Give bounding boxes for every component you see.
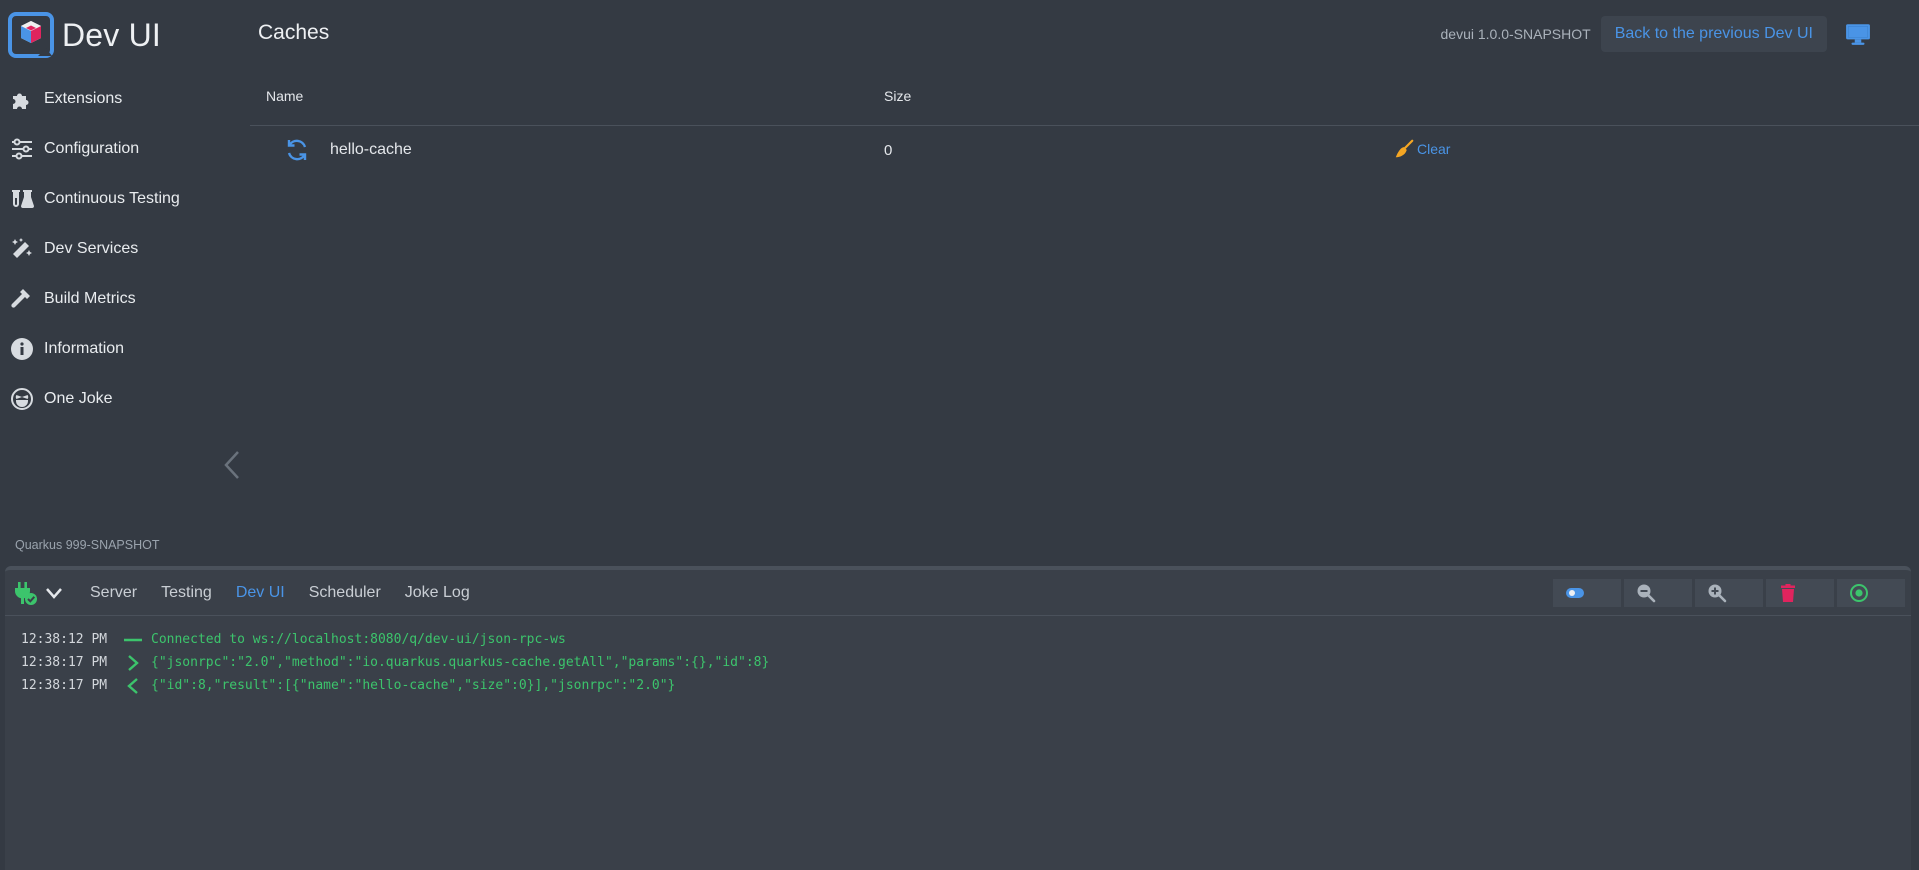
footer-console: Server Testing Dev UI Scheduler Joke Log	[5, 566, 1911, 870]
sidebar-item-label: Dev Services	[44, 240, 139, 257]
laugh-icon	[10, 387, 34, 411]
log-line: 12:38:12 PM Connected to ws://localhost:…	[21, 628, 1911, 651]
record-button[interactable]	[1837, 579, 1905, 607]
tab-dev-ui[interactable]: Dev UI	[236, 584, 285, 602]
brand[interactable]: Dev UI	[8, 12, 161, 58]
zoom-in-icon	[1708, 584, 1727, 603]
chevron-right-icon	[121, 654, 145, 672]
console-toolbar	[1550, 579, 1905, 607]
sidebar-item-build-metrics[interactable]: Build Metrics	[0, 274, 250, 324]
log-line: 12:38:17 PM {"jsonrpc":"2.0","method":"i…	[21, 651, 1911, 674]
devui-version: devui 1.0.0-SNAPSHOT	[1440, 26, 1591, 42]
refresh-icon[interactable]	[285, 138, 309, 162]
console-log: 12:38:12 PM Connected to ws://localhost:…	[5, 616, 1911, 697]
zoom-out-button[interactable]	[1624, 579, 1692, 607]
sidebar-item-label: Extensions	[44, 90, 123, 107]
tab-scheduler[interactable]: Scheduler	[309, 584, 381, 602]
quarkus-logo-icon	[8, 12, 54, 58]
connected-dash-icon	[121, 631, 145, 649]
sidebar-item-extensions[interactable]: Extensions	[0, 74, 250, 124]
tab-joke-log[interactable]: Joke Log	[405, 584, 470, 602]
record-icon	[1850, 584, 1868, 602]
log-timestamp: 12:38:12 PM	[21, 632, 108, 647]
chevron-left-icon[interactable]	[222, 448, 244, 482]
log-message: Connected to ws://localhost:8080/q/dev-u…	[151, 632, 566, 647]
sidebar-item-label: Build Metrics	[44, 290, 136, 307]
info-icon	[10, 337, 34, 361]
column-header-size[interactable]: Size	[884, 88, 911, 104]
toggle-follow-button[interactable]	[1553, 579, 1621, 607]
back-to-previous-dev-ui-button[interactable]: Back to the previous Dev UI	[1600, 16, 1827, 52]
quarkus-version: Quarkus 999-SNAPSHOT	[15, 538, 160, 552]
sidebar-item-label: Continuous Testing	[44, 190, 180, 207]
log-message: {"jsonrpc":"2.0","method":"io.quarkus.qu…	[151, 655, 770, 670]
footer-tabbar: Server Testing Dev UI Scheduler Joke Log	[5, 570, 1911, 616]
clear-label: Clear	[1417, 141, 1451, 157]
sidebar-item-configuration[interactable]: Configuration	[0, 124, 250, 174]
log-line: 12:38:17 PM {"id":8,"result":[{"name":"h…	[21, 674, 1911, 697]
log-timestamp: 12:38:17 PM	[21, 655, 108, 670]
column-header-name[interactable]: Name	[266, 88, 303, 104]
table-row: hello-cache 0 Clear	[250, 126, 1919, 174]
sidebar-nav: Extensions Configuration Continuous Test…	[0, 74, 250, 424]
sidebar-item-continuous-testing[interactable]: Continuous Testing	[0, 174, 250, 224]
zoom-in-button[interactable]	[1695, 579, 1763, 607]
tab-server[interactable]: Server	[90, 584, 137, 602]
zoom-out-icon	[1637, 584, 1656, 603]
sidebar-item-label: Configuration	[44, 140, 140, 157]
chevron-left-icon	[121, 677, 145, 695]
sliders-icon	[10, 137, 34, 161]
header-actions: devui 1.0.0-SNAPSHOT Back to the previou…	[1441, 16, 1919, 52]
sidebar-item-one-joke[interactable]: One Joke	[0, 374, 250, 424]
chevron-down-icon[interactable]	[44, 583, 64, 603]
tab-testing[interactable]: Testing	[161, 584, 212, 602]
toggle-on-icon	[1566, 588, 1584, 598]
broom-icon	[1395, 139, 1414, 158]
cache-size: 0	[884, 142, 893, 159]
plug-connected-icon	[15, 581, 37, 605]
sidebar-item-dev-services[interactable]: Dev Services	[0, 224, 250, 274]
magic-wand-icon	[10, 237, 34, 261]
log-timestamp: 12:38:17 PM	[21, 678, 108, 693]
trash-icon	[1781, 584, 1795, 602]
clear-cache-button[interactable]: Clear	[1393, 138, 1450, 160]
page-title: Caches	[258, 21, 330, 44]
sidebar-item-information[interactable]: Information	[0, 324, 250, 374]
cache-name: hello-cache	[330, 141, 412, 158]
log-message: {"id":8,"result":[{"name":"hello-cache",…	[151, 678, 676, 693]
monitor-icon[interactable]	[1845, 21, 1871, 47]
flask-icon	[10, 187, 34, 211]
table-header: Name Size	[250, 78, 1919, 126]
sidebar-item-label: One Joke	[44, 390, 113, 407]
sidebar-item-label: Information	[44, 340, 125, 357]
sidebar: Dev UI Extensions Configuration Continuo…	[0, 0, 250, 565]
puzzle-icon	[10, 87, 34, 111]
clear-log-button[interactable]	[1766, 579, 1834, 607]
caches-table: Name Size hello-cache 0 Clear	[250, 78, 1919, 174]
app-title: Dev UI	[62, 16, 161, 53]
hammer-icon	[10, 287, 34, 311]
